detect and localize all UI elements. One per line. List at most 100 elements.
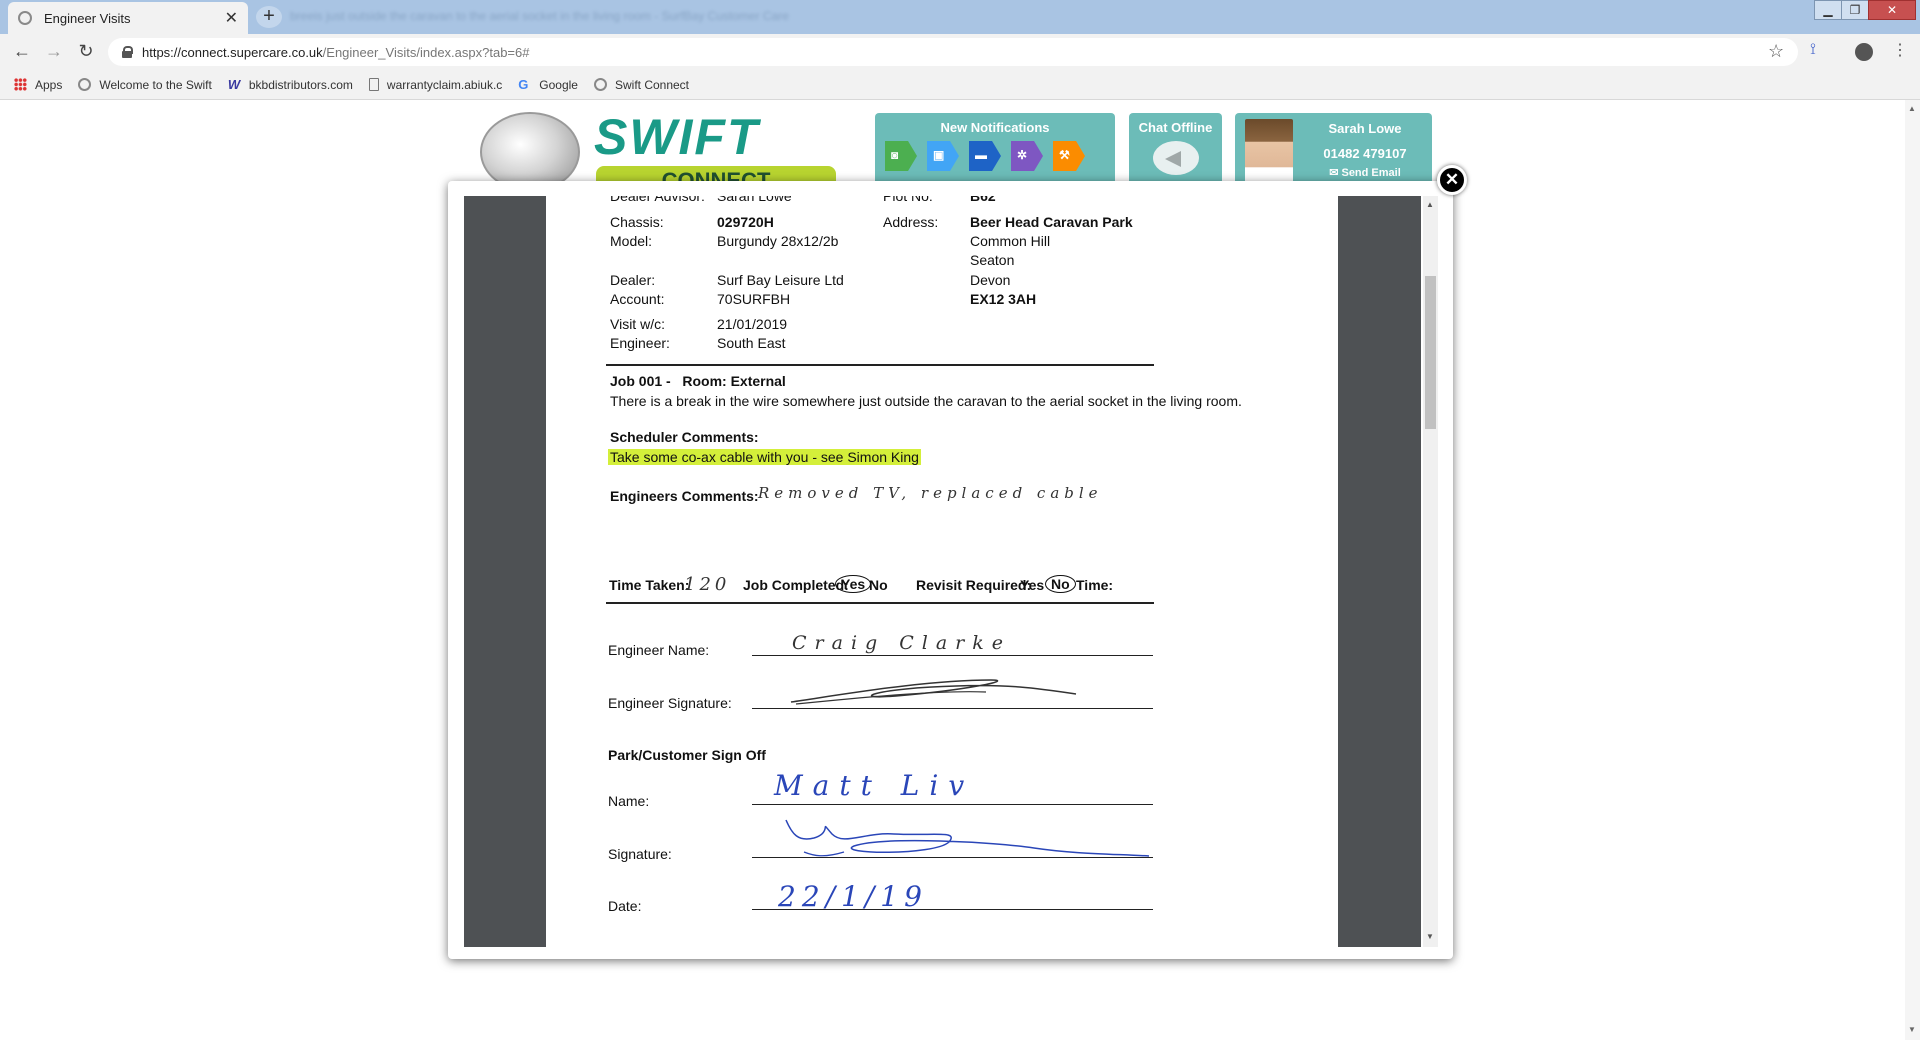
chat-panel[interactable]: Chat Offline: [1129, 113, 1222, 183]
bookmarks-bar: Apps Welcome to the Swift Wbkbdistributo…: [0, 70, 1920, 100]
browser-menu-icon[interactable]: ⋮: [1892, 40, 1908, 60]
engineer-value: South East: [717, 335, 786, 351]
bookmark-warrantyclaim[interactable]: warrantyclaim.abiuk.c: [368, 78, 502, 92]
scroll-up-arrow-icon[interactable]: ▲: [1908, 104, 1916, 113]
account-value: 70SURFBH: [717, 291, 791, 307]
dealer-label: Dealer:: [610, 272, 656, 288]
signature-line: [752, 909, 1153, 910]
window-close-button[interactable]: ✕: [1868, 0, 1916, 20]
visit-label: Visit w/c:: [610, 316, 665, 332]
megaphone-icon: [1153, 141, 1199, 175]
address-bar[interactable]: https://connect.supercare.co.uk/Engineer…: [108, 38, 1798, 66]
revisit-no: No: [1045, 575, 1076, 593]
scrollbar-thumb[interactable]: [1425, 276, 1436, 429]
bookmark-label: bkbdistributors.com: [248, 77, 353, 92]
job-title: Job 001 - Room: External: [610, 373, 786, 389]
scroll-down-arrow-icon[interactable]: ▼: [1908, 1025, 1916, 1034]
scroll-down-arrow-icon[interactable]: ▼: [1426, 932, 1434, 941]
viewer-scrollbar[interactable]: ▲ ▼: [1423, 196, 1438, 947]
caravan-icon[interactable]: ◙: [885, 141, 917, 171]
dealer-advisor-label: Dealer Advisor:: [610, 196, 705, 204]
engineer-signature-label: Engineer Signature:: [608, 695, 732, 711]
job-completed-no: No: [869, 577, 888, 593]
section-divider: [606, 364, 1154, 366]
apps-icon: [14, 78, 27, 91]
extension-icon[interactable]: ⟟: [1810, 41, 1816, 59]
send-email-link[interactable]: ✉ Send Email: [1305, 166, 1425, 179]
bookmark-star-icon[interactable]: ☆: [1768, 41, 1784, 62]
date-label: Date:: [608, 898, 642, 914]
visit-value: 21/01/2019: [717, 316, 788, 332]
notification-icons: ◙ ▣ ▬ ✲ ⚒: [885, 141, 1095, 171]
dealer-value: Surf Bay Leisure Ltd: [717, 272, 844, 288]
engineer-name-handwritten: Craig Clarke: [792, 632, 1012, 654]
bookmark-label: Swift Connect: [614, 77, 690, 92]
engineers-comment-handwritten: Removed TV, replaced cable: [758, 484, 1103, 502]
scheduler-comments-label: Scheduler Comments:: [610, 429, 759, 445]
url-host: https://connect.supercare.co.uk: [142, 44, 323, 60]
engineer-signature-scribble: [790, 679, 1077, 705]
minimize-button[interactable]: ▁: [1814, 0, 1842, 20]
bookmark-google[interactable]: G Google: [518, 78, 578, 92]
bookmark-bkbdistributors[interactable]: Wbkbdistributors.com: [228, 78, 353, 92]
monitor-glyph: ▣: [933, 148, 945, 162]
user-name: Sarah Lowe: [1328, 121, 1402, 136]
lock-icon: [122, 46, 133, 58]
signature-line: [752, 708, 1153, 709]
browser-toolbar: ← → ↻ https://connect.supercare.co.uk/En…: [0, 34, 1920, 70]
tab-strip: Engineer Visits ✕ + breeis just outside …: [0, 0, 1920, 34]
scheduler-comment: Take some co-ax cable with you - see Sim…: [608, 449, 921, 465]
customer-signature-label: Signature:: [608, 846, 672, 862]
chassis-value: 029720H: [717, 214, 774, 230]
bookmark-label: Welcome to the Swift: [99, 77, 212, 92]
url-path: /Engineer_Visits/index.aspx?tab=6#: [322, 44, 530, 60]
document-page: Dealer Advisor: Sarah Lowe Plot No: B62 …: [546, 196, 1338, 947]
tools-icon[interactable]: ⚒: [1053, 141, 1085, 171]
document-modal: Dealer Advisor: Sarah Lowe Plot No: B62 …: [448, 181, 1453, 959]
modal-close-button[interactable]: ✕: [1437, 165, 1467, 195]
customer-name-handwritten: Matt Liv: [774, 769, 975, 802]
job-completed-yes: Yes: [835, 575, 872, 593]
truck-glyph: ▬: [975, 148, 987, 162]
tab-favicon-icon: [18, 11, 32, 25]
tab-close-icon[interactable]: ✕: [225, 8, 238, 28]
dealer-advisor-value: Sarah Lowe: [717, 196, 792, 204]
swift-logo-swirl: [480, 112, 580, 192]
gear-icon[interactable]: ✲: [1011, 141, 1043, 171]
account-label: Account:: [610, 291, 665, 307]
forward-arrow-icon[interactable]: →: [42, 41, 66, 63]
model-label: Model:: [610, 233, 653, 249]
time-taken-label: Time Taken:: [609, 577, 690, 593]
back-arrow-icon[interactable]: ←: [10, 41, 34, 63]
caravan-glyph: ◙: [891, 148, 899, 162]
job-completed-label: Job Completed:: [743, 577, 849, 593]
page-scrollbar[interactable]: ▲ ▼: [1905, 100, 1920, 1040]
address-line-2: Common Hill: [970, 233, 1051, 249]
truck-icon[interactable]: ▬: [969, 141, 1001, 171]
maximize-button[interactable]: ❐: [1841, 0, 1869, 20]
customer-signature-scribble: [785, 819, 1150, 857]
document-icon: [368, 78, 379, 91]
document-viewer[interactable]: Dealer Advisor: Sarah Lowe Plot No: B62 …: [464, 196, 1421, 947]
signature-line: [752, 857, 1153, 858]
time-label: Time:: [1076, 577, 1114, 593]
bookmark-label: Google: [539, 77, 578, 92]
notifications-panel[interactable]: New Notifications ◙ ▣ ▬ ✲ ⚒: [875, 113, 1115, 183]
profile-icon[interactable]: [1855, 43, 1873, 61]
browser-tab[interactable]: Engineer Visits ✕: [8, 2, 248, 34]
address-line-4: Devon: [970, 272, 1011, 288]
engineer-name-label: Engineer Name:: [608, 642, 710, 658]
scroll-up-arrow-icon[interactable]: ▲: [1426, 200, 1434, 209]
reload-icon[interactable]: ↻: [74, 41, 98, 63]
bookmark-welcome-swift[interactable]: Welcome to the Swift: [78, 78, 212, 92]
new-tab-button[interactable]: +: [256, 6, 282, 28]
signature-line: [752, 804, 1153, 805]
globe-icon: [593, 78, 607, 91]
bookmark-apps[interactable]: Apps: [14, 78, 62, 92]
tab-title: Engineer Visits: [44, 10, 131, 26]
revisit-label: Revisit Required:: [916, 577, 1032, 593]
bookmark-swift-connect[interactable]: Swift Connect: [593, 77, 690, 92]
signoff-title: Park/Customer Sign Off: [608, 747, 766, 763]
monitor-icon[interactable]: ▣: [927, 141, 959, 171]
notifications-title: New Notifications: [940, 120, 1050, 135]
